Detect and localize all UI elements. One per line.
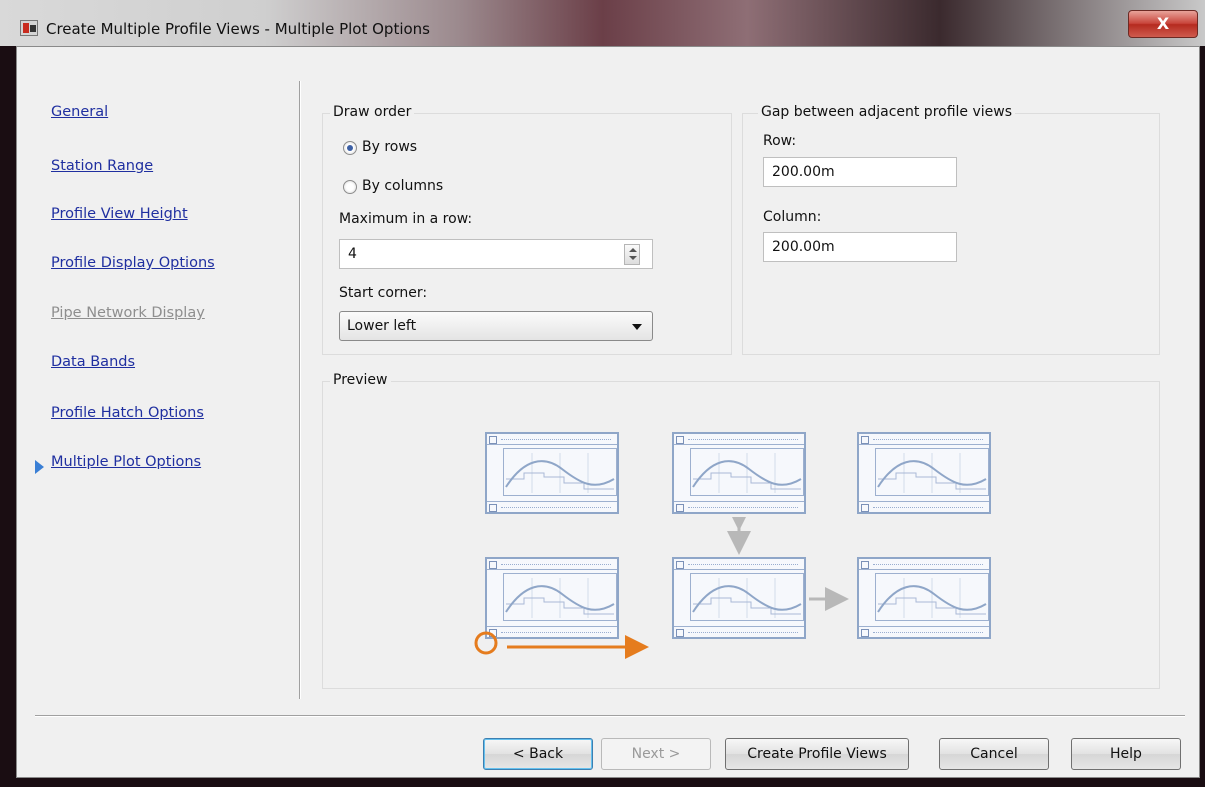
start-corner-dropdown[interactable]: Lower left	[339, 311, 653, 341]
dialog-body: General Station Range Profile View Heigh…	[16, 46, 1200, 778]
close-button[interactable]: X	[1128, 10, 1198, 38]
nav-item-multiple-plot-options[interactable]: Multiple Plot Options	[51, 454, 201, 470]
nav-item-pipe-network-display: Pipe Network Display	[51, 305, 205, 321]
start-corner-value: Lower left	[347, 318, 417, 334]
profile-view-thumbnail	[485, 432, 619, 514]
profile-curve-icon	[692, 453, 802, 493]
back-button[interactable]: < Back	[483, 738, 593, 770]
draw-order-label: Draw order	[330, 104, 415, 120]
start-corner-label: Start corner:	[339, 285, 428, 301]
cancel-button[interactable]: Cancel	[939, 738, 1049, 770]
title-bar[interactable]: Create Multiple Profile Views - Multiple…	[0, 0, 1205, 46]
app-icon	[20, 20, 38, 36]
nav-item-profile-view-height[interactable]: Profile View Height	[51, 206, 188, 222]
chevron-down-icon	[632, 324, 642, 330]
nav-item-data-bands[interactable]: Data Bands	[51, 354, 135, 370]
spin-arrows-icon[interactable]	[624, 244, 640, 265]
profile-view-thumbnail	[857, 432, 991, 514]
gap-row-label: Row:	[763, 133, 797, 149]
by-columns-label[interactable]: By columns	[362, 178, 443, 194]
by-columns-radio[interactable]	[343, 180, 357, 194]
gap-column-label: Column:	[763, 209, 822, 225]
profile-view-thumbnail	[672, 432, 806, 514]
max-in-row-value: 4	[348, 246, 357, 262]
next-button[interactable]: Next >	[601, 738, 711, 770]
active-item-arrow-icon	[35, 460, 44, 474]
gap-row-input[interactable]: 200.00m	[763, 157, 957, 187]
max-in-row-label: Maximum in a row:	[339, 211, 473, 227]
nav-item-station-range[interactable]: Station Range	[51, 158, 153, 174]
window-title: Create Multiple Profile Views - Multiple…	[46, 20, 430, 38]
create-profile-views-button[interactable]: Create Profile Views	[725, 738, 909, 770]
max-in-row-stepper[interactable]: 4	[339, 239, 653, 269]
horizontal-separator	[35, 715, 1185, 717]
by-rows-label[interactable]: By rows	[362, 139, 417, 155]
start-corner-marker-icon	[474, 631, 498, 655]
help-button[interactable]: Help	[1071, 738, 1181, 770]
nav-item-profile-display-options[interactable]: Profile Display Options	[51, 255, 215, 271]
vertical-separator	[299, 81, 301, 699]
gap-column-input[interactable]: 200.00m	[763, 232, 957, 262]
nav-item-general[interactable]: General	[51, 104, 108, 120]
preview-label: Preview	[330, 372, 391, 388]
preview-arrows	[474, 517, 849, 659]
by-rows-radio[interactable]	[343, 141, 357, 155]
gap-group-label: Gap between adjacent profile views	[758, 104, 1016, 120]
nav-item-profile-hatch-options[interactable]: Profile Hatch Options	[51, 405, 204, 421]
profile-curve-icon	[877, 453, 987, 493]
profile-curve-icon	[505, 453, 615, 493]
